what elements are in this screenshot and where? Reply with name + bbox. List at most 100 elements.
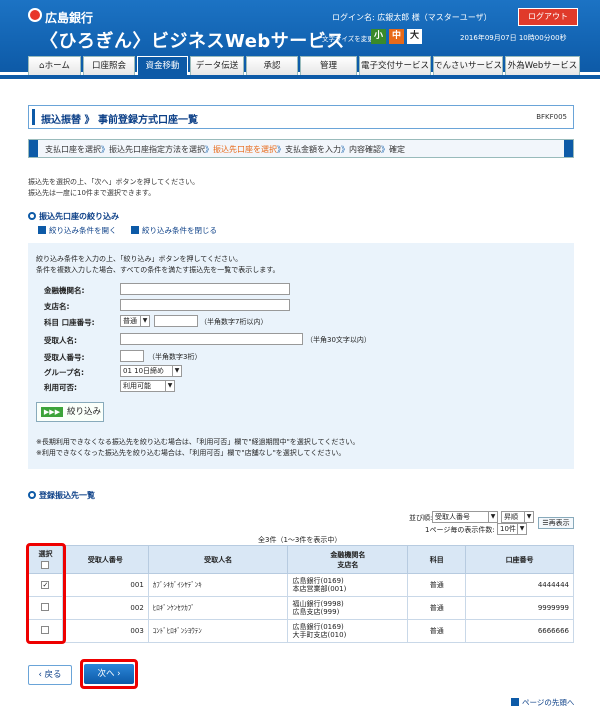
- nav-underline: [0, 75, 600, 79]
- font-small-button[interactable]: 小: [371, 29, 386, 44]
- recipient-number: 001: [61, 573, 149, 597]
- arrow-right-icon: ▶▶▶: [41, 407, 63, 417]
- tab-fund-transfer[interactable]: 資金移動: [137, 56, 188, 75]
- page-top-link[interactable]: ページの先頭へ: [511, 697, 574, 708]
- step-5: 内容確認: [349, 145, 381, 154]
- per-page-select[interactable]: 10件 ▼: [497, 523, 527, 535]
- bank-branch-header: 金融機関名 支店名: [287, 545, 409, 574]
- recipient-table: 選択 受取人番号 受取人名 金融機関名 支店名 科目 口座番号 ✓ 001 ｶﾌﾞ…: [28, 545, 574, 643]
- close-filter-link[interactable]: 絞り込み条件を閉じる: [131, 225, 217, 236]
- type-header: 科目: [407, 545, 467, 574]
- bank-branch: 福山銀行(9998) 広島支店(999): [287, 596, 409, 620]
- bank-branch: 広島銀行(0169) 大手町支店(010): [287, 619, 409, 643]
- chevron-down-icon: ▼: [140, 316, 149, 326]
- expand-icon: [38, 226, 46, 234]
- filter-heading: 振込先口座の絞り込み: [28, 211, 119, 222]
- font-large-button[interactable]: 大: [407, 29, 422, 44]
- tab-management[interactable]: 管理: [300, 56, 357, 75]
- recipient-number-input[interactable]: [120, 350, 144, 362]
- table-row: 003 ｺﾝﾄﾞﾋﾛｷﾞﾝｼﾖｳﾃﾝ 広島銀行(0169) 大手町支店(010) …: [28, 619, 574, 643]
- recipient-number-hint: （半角数字3桁）: [148, 353, 202, 361]
- service-name: 〈ひろぎん〉ビジネスWebサービス: [40, 31, 345, 52]
- datetime: 2016年09月07日 10時00分00秒: [460, 34, 567, 42]
- step-2: 振込先口座指定方法を選択: [109, 145, 205, 154]
- chevron-down-icon: ▼: [517, 524, 526, 534]
- account-number: 9999999: [465, 596, 574, 620]
- recipient-name: ｶﾌﾞｼｷｶﾞｲｼﾔﾃﾞﾝｷ: [147, 573, 289, 597]
- font-medium-button[interactable]: 中: [389, 29, 404, 44]
- filter-panel: 絞り込み条件を入力の上、「絞り込み」ボタンを押してください。 条件を複数入力した…: [28, 243, 574, 469]
- open-filter-link[interactable]: 絞り込み条件を開く: [38, 225, 117, 236]
- redisplay-button[interactable]: ☰再表示: [538, 517, 574, 529]
- fontsize-label: 文字サイズを変更: [322, 35, 374, 43]
- chevron-down-icon: ▼: [488, 512, 497, 522]
- recipient-hint: （半角30文字以内）: [306, 336, 371, 344]
- arrow-up-icon: [511, 698, 519, 706]
- recipient-number: 003: [61, 619, 149, 643]
- branch-name-input[interactable]: [120, 299, 290, 311]
- recipient-name: ﾋﾛｷﾞﾝｹﾝｾﾂｶﾌﾞ: [147, 596, 289, 620]
- logout-button[interactable]: ログアウト: [518, 8, 578, 26]
- chevron-down-icon: ▼: [524, 512, 533, 522]
- recipient-number: 002: [61, 596, 149, 620]
- order-select[interactable]: 昇順 ▼: [501, 511, 534, 523]
- account-label: 科目 口座番号:: [44, 318, 95, 327]
- list-heading: 登録振込先一覧: [28, 490, 95, 501]
- account-type-select[interactable]: 普通 ▼: [120, 315, 150, 327]
- account-type: 普通: [407, 596, 467, 620]
- availability-select[interactable]: 利用可能 ▼: [120, 380, 175, 392]
- table-row: ✓ 001 ｶﾌﾞｼｷｶﾞｲｼﾔﾃﾞﾝｷ 広島銀行(0169) 本店営業部(001…: [28, 573, 574, 597]
- next-button-highlight: [80, 659, 138, 689]
- bank-logo-icon: [28, 8, 42, 22]
- recipient-name-input[interactable]: [120, 333, 303, 345]
- filter-desc-2: 条件を複数入力した場合、すべての条件を満たす振込先を一覧で表示します。: [36, 266, 280, 274]
- checkbox-highlight: [26, 543, 66, 644]
- filter-desc-1: 絞り込み条件を入力の上、「絞り込み」ボタンを押してください。: [36, 255, 243, 263]
- tab-data-transmission[interactable]: データ伝送: [190, 56, 244, 75]
- collapse-icon: [131, 226, 139, 234]
- table-row: 002 ﾋﾛｷﾞﾝｹﾝｾﾂｶﾌﾞ 福山銀行(9998) 広島支店(999) 普通 …: [28, 596, 574, 620]
- tab-home[interactable]: ⌂ホーム: [28, 56, 81, 75]
- recipient-name: ｺﾝﾄﾞﾋﾛｷﾞﾝｼﾖｳﾃﾝ: [147, 619, 289, 643]
- group-label: グループ名:: [44, 368, 85, 377]
- tab-forex[interactable]: 外為Webサービス: [505, 56, 580, 75]
- tab-densai[interactable]: でんさいサービス: [433, 56, 503, 75]
- account-number-input[interactable]: [154, 315, 198, 327]
- step-6: 確定: [389, 145, 405, 154]
- page-title: 振込振替 》 事前登録方式口座一覧: [41, 115, 198, 126]
- instruction-line-2: 振込先は一度に10件まで選択できます。: [28, 189, 156, 197]
- sort-label: 並び順:: [409, 514, 433, 522]
- step-1: 支払口座を選択: [45, 145, 101, 154]
- chevron-down-icon: ▼: [165, 381, 174, 391]
- recipient-name-label: 受取人名:: [44, 336, 77, 345]
- tab-e-delivery[interactable]: 電子交付サービス: [359, 56, 431, 75]
- step-indicator: 支払口座を選択》振込先口座指定方法を選択》振込先口座を選択》支払金額を入力》内容…: [28, 139, 574, 158]
- step-3-current: 振込先口座を選択: [213, 145, 277, 154]
- section-bullet-icon: [28, 212, 36, 220]
- page-title-box: 振込振替 》 事前登録方式口座一覧 BFKF005: [28, 105, 574, 129]
- recipient-number-header: 受取人番号: [61, 545, 149, 574]
- login-info: ログイン名: 広銀太郎 様（マスターユーザ）: [332, 13, 492, 22]
- bank-name: 広島銀行: [45, 11, 94, 25]
- account-number: 6666666: [465, 619, 574, 643]
- sort-select[interactable]: 受取人番号 ▼: [432, 511, 498, 523]
- group-select[interactable]: 01 10日締め ▼: [120, 365, 182, 377]
- tab-approval[interactable]: 承認: [246, 56, 298, 75]
- filter-note-1: ※長期利用できなくなる振込先を絞り込む場合は、「利用可否」欄で"経過期間中"を選…: [36, 438, 360, 446]
- bank-name-label: 金融機関名:: [44, 286, 85, 295]
- filter-button[interactable]: ▶▶▶ 絞り込み: [36, 402, 104, 422]
- account-hint: （半角数字7桁以内）: [200, 318, 268, 326]
- step-4: 支払金額を入力: [285, 145, 341, 154]
- branch-name-label: 支店名:: [44, 302, 70, 311]
- section-bullet-icon: [28, 491, 36, 499]
- page-id: BFKF005: [536, 113, 567, 121]
- bank-name-input[interactable]: [120, 283, 290, 295]
- recipient-name-header: 受取人名: [147, 545, 289, 574]
- result-count: 全3件（1～3件を表示中）: [258, 536, 342, 544]
- tab-account-inquiry[interactable]: 口座照会: [83, 56, 135, 75]
- bank-branch: 広島銀行(0169) 本店営業部(001): [287, 573, 409, 597]
- recipient-number-label: 受取人番号:: [44, 353, 85, 362]
- back-button[interactable]: ‹ 戻る: [28, 665, 72, 685]
- account-header: 口座番号: [465, 545, 574, 574]
- chevron-down-icon: ▼: [172, 366, 181, 376]
